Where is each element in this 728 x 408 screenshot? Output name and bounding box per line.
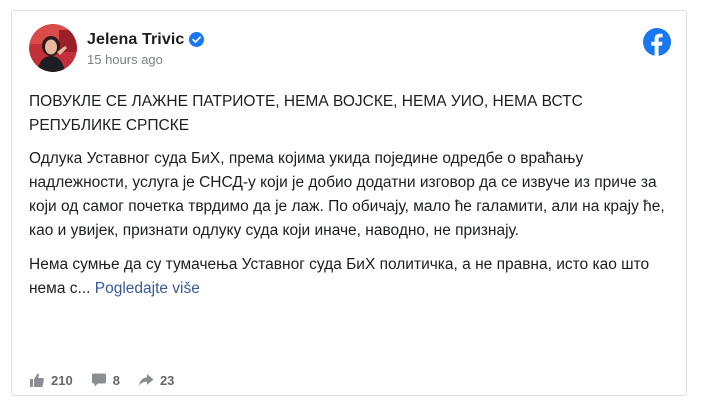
facebook-icon[interactable] <box>643 28 671 56</box>
author-avatar[interactable] <box>29 24 77 72</box>
post-header: Jelena Trivic 15 hours ago <box>29 22 205 74</box>
share-count-value: 23 <box>159 372 175 388</box>
post-meta: Jelena Trivic 15 hours ago <box>87 30 205 67</box>
post-footer: 210 8 23 <box>29 372 192 388</box>
avatar-image <box>29 24 77 72</box>
comment-count-value: 8 <box>112 372 120 388</box>
like-count-value: 210 <box>51 372 73 388</box>
share-arrow-icon <box>138 374 154 386</box>
comment-bubble-icon <box>91 373 106 387</box>
author-row: Jelena Trivic <box>87 30 205 50</box>
share-count[interactable]: 23 <box>138 372 174 388</box>
thumbs-up-icon <box>30 373 44 387</box>
post-paragraph-truncated: Нема сумње да су тумачења Уставног суда … <box>29 253 674 301</box>
post-headline: ПОВУКЛЕ СЕ ЛАЖНЕ ПАТРИОТЕ, НЕМА ВОЈСКЕ, … <box>29 93 583 134</box>
post-body: ПОВУКЛЕ СЕ ЛАЖНЕ ПАТРИОТЕ, НЕМА ВОЈСКЕ, … <box>29 90 674 311</box>
author-name[interactable]: Jelena Trivic <box>87 31 184 49</box>
post-timestamp[interactable]: 15 hours ago <box>87 52 204 67</box>
post-paragraph: Одлука Уставног суда БиХ, према којима у… <box>29 150 665 239</box>
facebook-post-embed: Jelena Trivic 15 hours ago ПОВУКЛЕ СЕ ЛА… <box>11 10 687 396</box>
comment-count[interactable]: 8 <box>91 372 120 388</box>
see-more-link[interactable]: Pogledajte više <box>95 280 200 297</box>
verified-badge-icon <box>189 32 205 47</box>
like-count[interactable]: 210 <box>29 372 73 388</box>
